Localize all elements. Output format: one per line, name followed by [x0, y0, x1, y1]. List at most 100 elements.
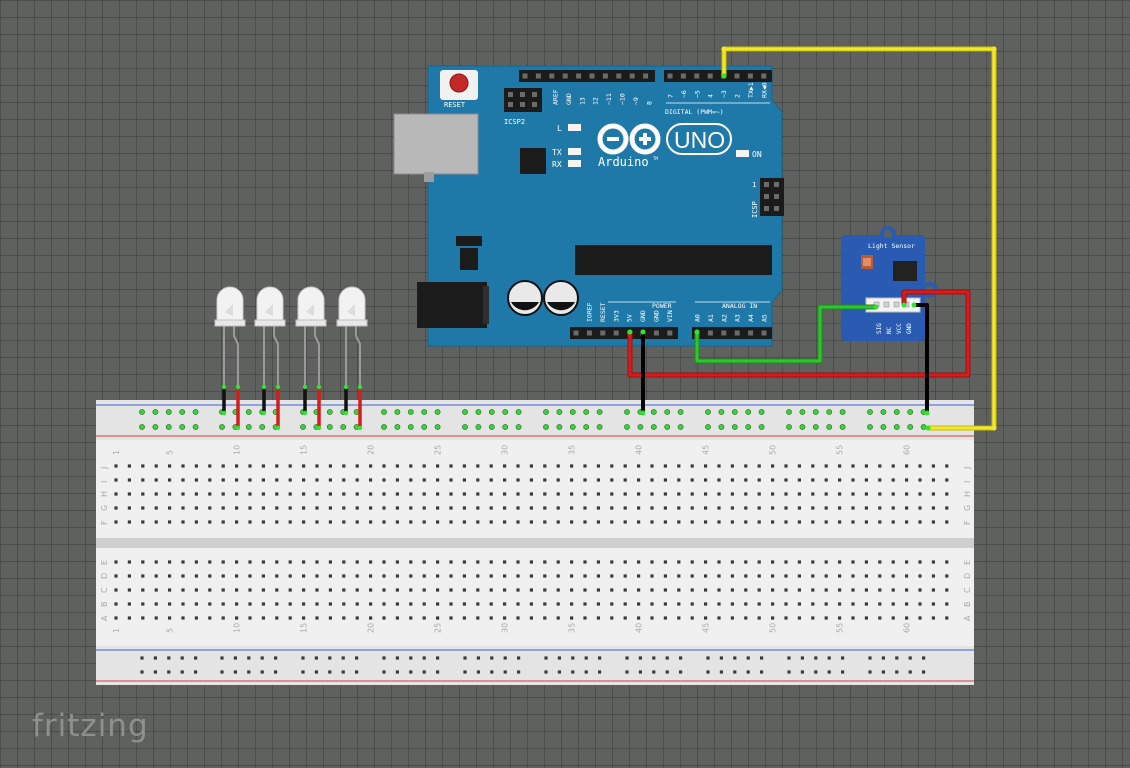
analog-pin-2[interactable] — [721, 330, 727, 336]
hole-a6[interactable] — [181, 616, 185, 620]
hole-g37[interactable] — [596, 506, 600, 510]
hole-g49[interactable] — [757, 506, 761, 510]
top-rail-hole-pos-45[interactable] — [839, 424, 846, 430]
hole-a9[interactable] — [221, 616, 225, 620]
analog-pin-4[interactable] — [748, 330, 754, 336]
hole-h19[interactable] — [355, 492, 359, 496]
bottom-rail-hole-pos-22[interactable] — [476, 670, 480, 674]
bottom-rail-hole-neg-26[interactable] — [544, 656, 548, 660]
hole-d8[interactable] — [208, 574, 212, 578]
hole-g58[interactable] — [878, 506, 882, 510]
top-rail-hole-neg-38[interactable] — [731, 409, 738, 415]
hole-b63[interactable] — [945, 602, 949, 606]
bottom-rail-hole-neg-36[interactable] — [706, 656, 710, 660]
hole-e28[interactable] — [476, 560, 480, 564]
bottom-rail-hole-pos-16[interactable] — [382, 670, 386, 674]
hole-i40[interactable] — [637, 478, 641, 482]
hole-b15[interactable] — [302, 602, 306, 606]
hole-j23[interactable] — [409, 464, 413, 468]
hole-e2[interactable] — [127, 560, 131, 564]
hole-h16[interactable] — [315, 492, 319, 496]
bottom-rail-hole-neg-3[interactable] — [167, 656, 171, 660]
hole-c19[interactable] — [355, 588, 359, 592]
hole-c8[interactable] — [208, 588, 212, 592]
bottom-rail-hole-neg-49[interactable] — [908, 656, 912, 660]
bottom-rail-hole-pos-36[interactable] — [706, 670, 710, 674]
hole-b25[interactable] — [436, 602, 440, 606]
hole-h55[interactable] — [838, 492, 842, 496]
hole-g42[interactable] — [663, 506, 667, 510]
hole-j11[interactable] — [248, 464, 252, 468]
bottom-rail-hole-neg-42[interactable] — [800, 656, 804, 660]
top-rail-hole-pos-13[interactable] — [326, 424, 333, 430]
top-rail-hole-neg-27[interactable] — [556, 409, 563, 415]
bottom-rail-hole-neg-31[interactable] — [625, 656, 629, 660]
hole-i26[interactable] — [449, 478, 453, 482]
hole-d45[interactable] — [704, 574, 708, 578]
hole-g40[interactable] — [637, 506, 641, 510]
top-rail-hole-pos-32[interactable] — [637, 424, 644, 430]
hole-g10[interactable] — [235, 506, 239, 510]
hole-i62[interactable] — [931, 478, 935, 482]
hole-b44[interactable] — [690, 602, 694, 606]
top-rail-hole-pos-9[interactable] — [259, 424, 266, 430]
hole-c13[interactable] — [275, 588, 279, 592]
hole-d32[interactable] — [529, 574, 533, 578]
hole-g12[interactable] — [261, 506, 265, 510]
hole-a36[interactable] — [583, 616, 587, 620]
hole-h22[interactable] — [395, 492, 399, 496]
hole-e37[interactable] — [596, 560, 600, 564]
hole-e8[interactable] — [208, 560, 212, 564]
power-pin-7[interactable] — [667, 330, 673, 336]
hole-c38[interactable] — [610, 588, 614, 592]
top-rail-hole-pos-38[interactable] — [731, 424, 738, 430]
hole-h47[interactable] — [730, 492, 734, 496]
hole-a1[interactable] — [114, 616, 118, 620]
hole-f7[interactable] — [194, 520, 198, 524]
top-rail-hole-pos-17[interactable] — [394, 424, 401, 430]
top-rail-hole-neg-22[interactable] — [475, 409, 482, 415]
hole-e61[interactable] — [918, 560, 922, 564]
bottom-rail-hole-neg-47[interactable] — [881, 656, 885, 660]
hole-i11[interactable] — [248, 478, 252, 482]
hole-h52[interactable] — [797, 492, 801, 496]
hole-i16[interactable] — [315, 478, 319, 482]
hole-f34[interactable] — [556, 520, 560, 524]
top-rail-hole-pos-25[interactable] — [515, 424, 522, 430]
bottom-rail-hole-neg-32[interactable] — [638, 656, 642, 660]
reset-button[interactable] — [449, 73, 469, 93]
hole-f3[interactable] — [141, 520, 145, 524]
hole-i60[interactable] — [905, 478, 909, 482]
bottom-rail-hole-pos-14[interactable] — [341, 670, 345, 674]
hole-e51[interactable] — [784, 560, 788, 564]
digital-pin-right-7[interactable] — [761, 73, 767, 79]
hole-d30[interactable] — [503, 574, 507, 578]
hole-d25[interactable] — [436, 574, 440, 578]
hole-c26[interactable] — [449, 588, 453, 592]
top-rail-hole-neg-25[interactable] — [515, 409, 522, 415]
top-rail-hole-pos-18[interactable] — [407, 424, 414, 430]
bottom-rail-hole-pos-41[interactable] — [787, 670, 791, 674]
hole-g32[interactable] — [529, 506, 533, 510]
hole-d26[interactable] — [449, 574, 453, 578]
hole-a57[interactable] — [864, 616, 868, 620]
hole-g8[interactable] — [208, 506, 212, 510]
hole-i31[interactable] — [516, 478, 520, 482]
hole-c7[interactable] — [194, 588, 198, 592]
hole-a28[interactable] — [476, 616, 480, 620]
hole-e63[interactable] — [945, 560, 949, 564]
hole-i35[interactable] — [570, 478, 574, 482]
hole-e45[interactable] — [704, 560, 708, 564]
hole-b6[interactable] — [181, 602, 185, 606]
hole-d5[interactable] — [168, 574, 172, 578]
hole-j44[interactable] — [690, 464, 694, 468]
hole-d27[interactable] — [462, 574, 466, 578]
hole-h56[interactable] — [851, 492, 855, 496]
top-rail-hole-neg-1[interactable] — [139, 409, 145, 415]
digital-pin-right-2[interactable] — [694, 73, 700, 79]
hole-g23[interactable] — [409, 506, 413, 510]
hole-f59[interactable] — [891, 520, 895, 524]
hole-e10[interactable] — [235, 560, 239, 564]
hole-a14[interactable] — [288, 616, 292, 620]
hole-b39[interactable] — [623, 602, 627, 606]
